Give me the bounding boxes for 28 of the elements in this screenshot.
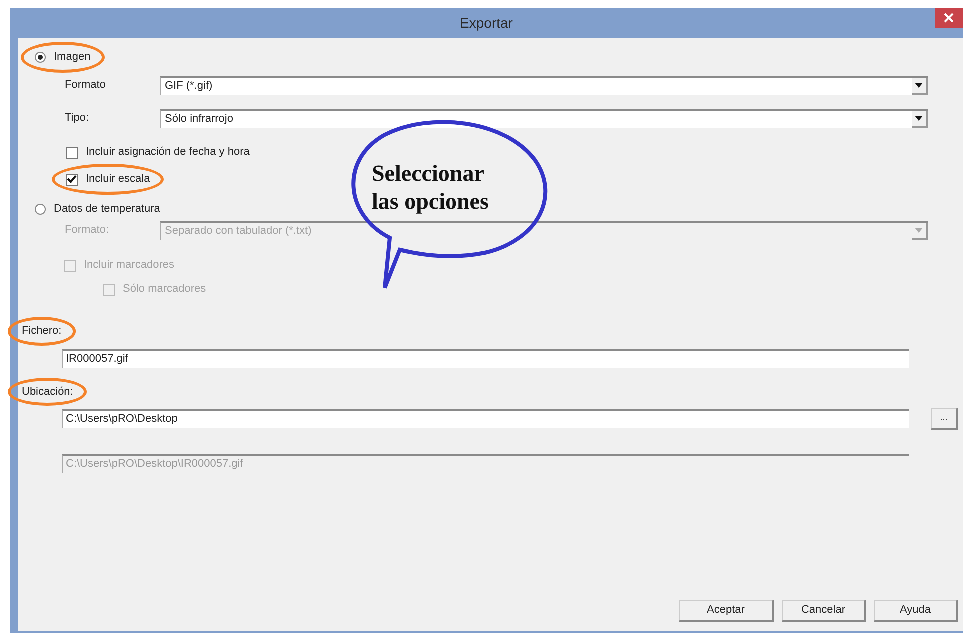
- close-button[interactable]: [935, 8, 963, 28]
- dialog-button[interactable]: Ayuda: [874, 600, 958, 622]
- browse-button[interactable]: ...: [931, 408, 958, 430]
- caret-icon: [915, 83, 923, 88]
- checkbox[interactable]: [66, 146, 78, 158]
- caret-icon: [915, 228, 923, 233]
- field-label: Formato: [65, 78, 107, 94]
- dropdown[interactable]: Sólo infrarrojo: [160, 109, 928, 128]
- text-field[interactable]: IR000057.gif: [62, 348, 909, 368]
- dialog-button[interactable]: Aceptar: [679, 600, 774, 622]
- radio-button[interactable]: [35, 52, 46, 63]
- checkbox[interactable]: [66, 174, 78, 186]
- dialog-button[interactable]: Cancelar: [782, 600, 866, 622]
- dropdown[interactable]: GIF (*.gif): [160, 76, 928, 95]
- window-title: Exportar: [460, 14, 513, 33]
- checkbox-label[interactable]: Incluir asignación de fecha y hora: [86, 144, 250, 161]
- close-icon: [944, 13, 954, 23]
- radio-label[interactable]: Datos de temperatura: [54, 201, 160, 218]
- field-label: Tipo:: [65, 111, 90, 126]
- field-label: Ubicación:: [22, 386, 74, 398]
- field-label: Fichero:: [22, 325, 62, 337]
- radio-button[interactable]: [35, 204, 46, 215]
- field-label: Formato:: [65, 223, 110, 238]
- caret-icon: [915, 116, 923, 121]
- checkbox-label[interactable]: Incluir escala: [86, 171, 150, 188]
- radio-label[interactable]: Imagen: [54, 49, 91, 66]
- text-field[interactable]: C:\Users\pRO\Desktop: [62, 409, 909, 428]
- callout-text: Seleccionar las opciones: [372, 160, 490, 216]
